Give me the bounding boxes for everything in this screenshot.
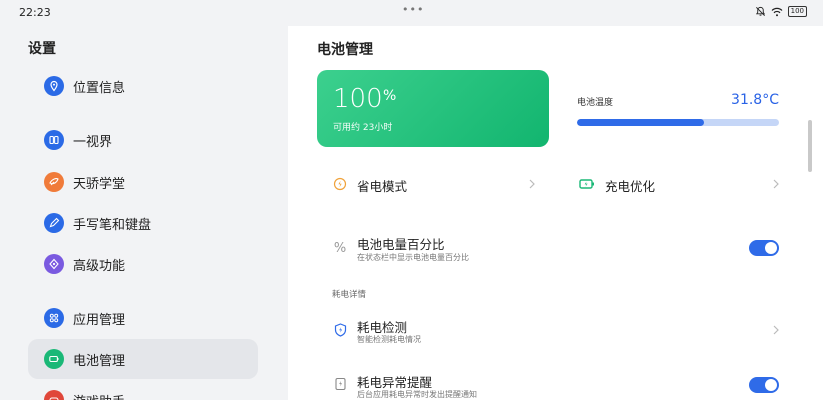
power-saving-label[interactable]: 省电模式 [357,176,407,195]
sidebar-item-apps[interactable]: 应用管理 [28,298,258,338]
sidebar-item-stylus-keyboard[interactable]: 手写笔和键盘 [28,203,258,243]
sidebar-item-label: 天骄学堂 [73,176,126,192]
percent-icon: % [333,240,347,256]
apps-grid-icon [44,308,64,328]
academy-icon [44,172,64,192]
location-pin-icon [44,76,64,96]
charge-optimize-icon [579,176,595,192]
charge-optimize-label[interactable]: 充电优化 [605,176,655,195]
chevron-right-icon[interactable] [772,179,780,189]
sidebar-item-label: 游戏助手 [73,391,125,400]
battery-percent-display-sub: 在状态栏中显示电池电量百分比 [357,253,469,262]
battery-icon: 100 [787,6,807,17]
chevron-right-icon[interactable] [772,325,780,335]
pen-icon [44,213,64,233]
sidebar-item-location[interactable]: 位置信息 [28,66,258,106]
sidebar-item-label: 高级功能 [73,258,126,274]
sidebar-item-game[interactable]: 游戏助手 [28,380,258,400]
section-header: 耗电详情 [332,290,367,300]
sidebar-item-label: 手写笔和键盘 [73,217,152,233]
status-time: 22:23 [19,6,51,19]
battery-temp-bar-fill [577,119,705,126]
shield-icon [332,322,348,338]
more-dots-icon[interactable]: ••• [402,3,424,16]
sidebar-item-label: 应用管理 [73,312,126,328]
sidebar-title: 设置 [28,41,56,57]
status-icons: 100 [755,6,807,17]
battery-level-card[interactable]: 100 % 可用约 23小时 [317,70,549,147]
battery-temp-value: 31.8°C [731,92,779,108]
battery-percent-display-label: 电池电量百分比 [357,237,445,252]
battery-temp-label: 电池温度 [577,98,614,108]
multi-window-icon [44,130,64,150]
battery-remaining-time: 可用约 23小时 [333,123,393,133]
sidebar-item-label: 位置信息 [73,80,126,96]
sidebar-item-battery[interactable]: 电池管理 [28,339,258,379]
battery-panel: 电池管理 100 % 可用约 23小时 电池温度 31.8°C 省电模式 充电优… [288,26,823,400]
power-detect-sub: 智能检测耗电情况 [357,335,421,344]
battery-percent-unit: % [383,88,397,104]
page-title: 电池管理 [317,42,373,58]
scrollbar[interactable] [808,120,812,172]
battery-temp-bar [577,119,779,126]
game-controller-icon [44,390,64,400]
settings-sidebar: 设置 位置信息 一视界 天骄学堂 手写笔和键盘 高级功能 应用管理 电池管理 [0,26,288,400]
toggle-knob [765,242,777,254]
power-saving-icon [332,176,348,192]
power-alert-toggle[interactable] [749,377,779,393]
battery-icon [44,349,64,369]
alert-document-icon [332,376,348,392]
battery-percent: 100 [333,84,383,114]
power-alert-sub: 后台应用耗电异常时发出提醒通知 [357,390,477,399]
mute-bell-icon [755,6,765,16]
sidebar-item-vision[interactable]: 一视界 [28,120,258,160]
sidebar-item-advanced[interactable]: 高级功能 [28,244,258,284]
sidebar-item-academy[interactable]: 天骄学堂 [28,162,258,202]
battery-percent-toggle[interactable] [749,240,779,256]
chevron-right-icon[interactable] [528,179,536,189]
sidebar-item-label: 一视界 [73,134,113,150]
status-bar: 22:23 ••• 100 [0,0,823,26]
toggle-knob [765,379,777,391]
wifi-icon [771,7,783,16]
sidebar-item-label: 电池管理 [73,353,126,369]
advanced-features-icon [44,254,64,274]
